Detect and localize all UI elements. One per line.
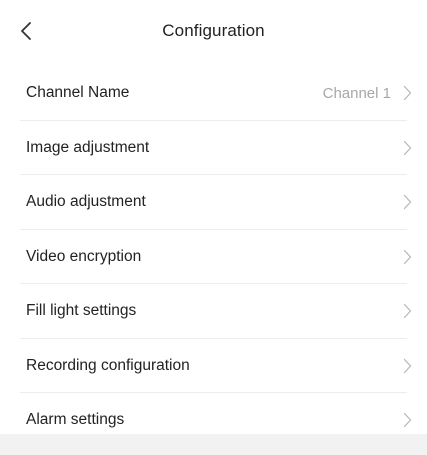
channel-name-value: Channel 1 (322, 84, 391, 102)
settings-item-fill-light-settings[interactable]: Fill light settings (0, 284, 427, 339)
page-title: Configuration (162, 21, 265, 40)
settings-item-right (403, 249, 412, 265)
settings-item-label: Image adjustment (26, 138, 150, 156)
settings-item-label: Audio adjustment (26, 193, 146, 211)
settings-item-right: Channel 1 (323, 85, 412, 102)
chevron-right-icon (403, 86, 412, 101)
chevron-right-icon (403, 358, 412, 373)
settings-list: Channel Name Channel 1 Image adjustment … (0, 66, 427, 448)
settings-item-video-encryption[interactable]: Video encryption (0, 229, 427, 284)
settings-item-right (403, 412, 412, 428)
settings-item-right (403, 303, 412, 319)
chevron-right-icon (403, 413, 412, 428)
settings-item-label: Fill light settings (26, 302, 137, 320)
settings-item-right (403, 140, 412, 156)
settings-item-label: Channel Name (26, 84, 130, 102)
chevron-right-icon (403, 195, 412, 210)
top-bar: Configuration (0, 0, 427, 66)
chevron-right-icon (403, 140, 412, 155)
settings-item-image-adjustment[interactable]: Image adjustment (0, 120, 427, 175)
bottom-area (0, 434, 427, 455)
settings-item-channel-name[interactable]: Channel Name Channel 1 (0, 66, 427, 121)
settings-item-label: Recording configuration (26, 356, 190, 374)
settings-item-label: Alarm settings (26, 411, 125, 429)
chevron-right-icon (403, 304, 412, 319)
settings-item-label: Video encryption (26, 247, 142, 265)
settings-item-right (403, 358, 412, 374)
settings-item-recording-configuration[interactable]: Recording configuration (0, 338, 427, 393)
settings-item-right (403, 194, 412, 210)
settings-item-audio-adjustment[interactable]: Audio adjustment (0, 175, 427, 230)
chevron-right-icon (403, 249, 412, 264)
